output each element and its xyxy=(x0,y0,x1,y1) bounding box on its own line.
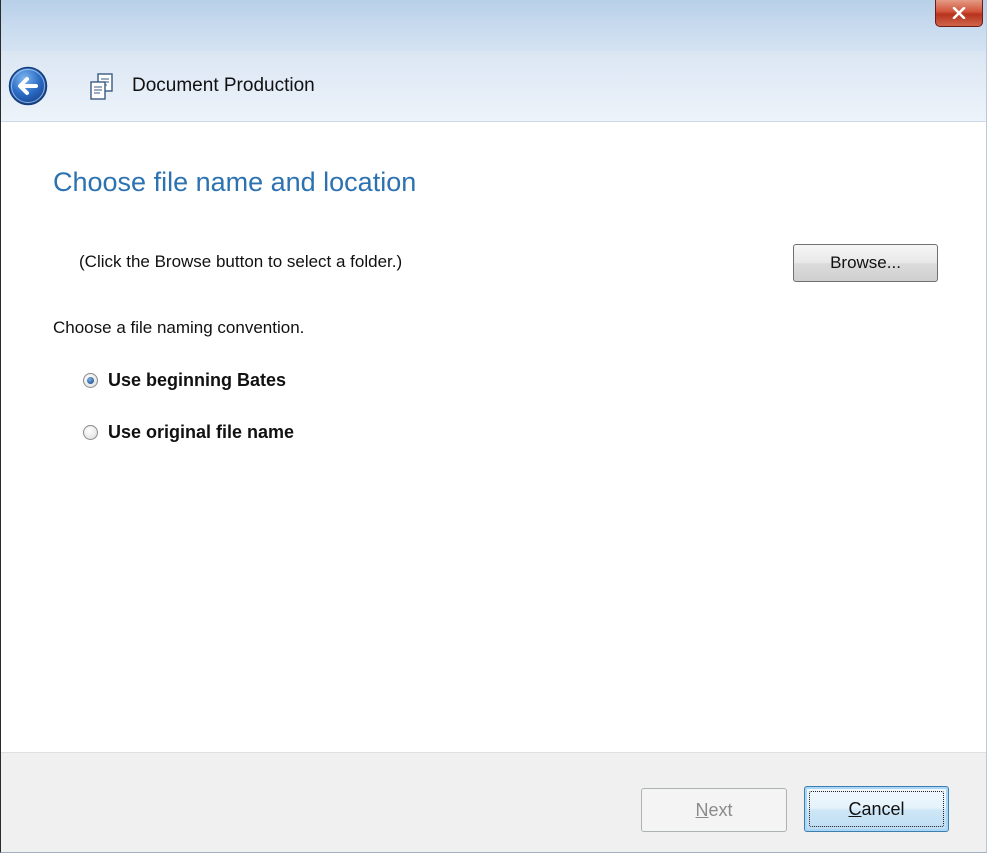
wizard-footer: Next Cancel xyxy=(1,752,986,852)
radio-button-unchecked[interactable] xyxy=(83,425,98,440)
wizard-window: Document Production Choose file name and… xyxy=(0,0,987,853)
next-accelerator: N xyxy=(695,799,709,820)
wizard-title: Document Production xyxy=(132,75,315,96)
back-arrow-icon xyxy=(8,66,48,106)
cancel-button[interactable]: Cancel xyxy=(804,786,949,832)
next-label-rest: ext xyxy=(708,799,733,820)
close-button[interactable] xyxy=(935,0,983,27)
wizard-content: Choose file name and location (Click the… xyxy=(1,122,986,754)
radio-button-checked[interactable] xyxy=(83,373,98,388)
document-production-icon xyxy=(88,72,116,102)
page-heading: Choose file name and location xyxy=(53,167,417,197)
next-button[interactable]: Next xyxy=(641,788,787,832)
browse-button[interactable]: Browse... xyxy=(793,244,938,282)
folder-hint-text: (Click the Browse button to select a fol… xyxy=(79,252,403,271)
title-bar xyxy=(1,0,986,51)
radio-use-beginning-bates[interactable]: Use beginning Bates xyxy=(83,370,286,391)
wizard-header: Document Production xyxy=(1,51,986,122)
radio-label: Use beginning Bates xyxy=(108,370,287,390)
back-button[interactable] xyxy=(8,66,48,106)
radio-use-original-file-name[interactable]: Use original file name xyxy=(83,422,294,443)
radio-label: Use original file name xyxy=(108,422,295,442)
close-icon xyxy=(952,7,966,19)
cancel-accelerator: C xyxy=(848,798,862,819)
cancel-label-rest: ancel xyxy=(861,798,905,819)
naming-convention-label: Choose a file naming convention. xyxy=(53,318,305,337)
